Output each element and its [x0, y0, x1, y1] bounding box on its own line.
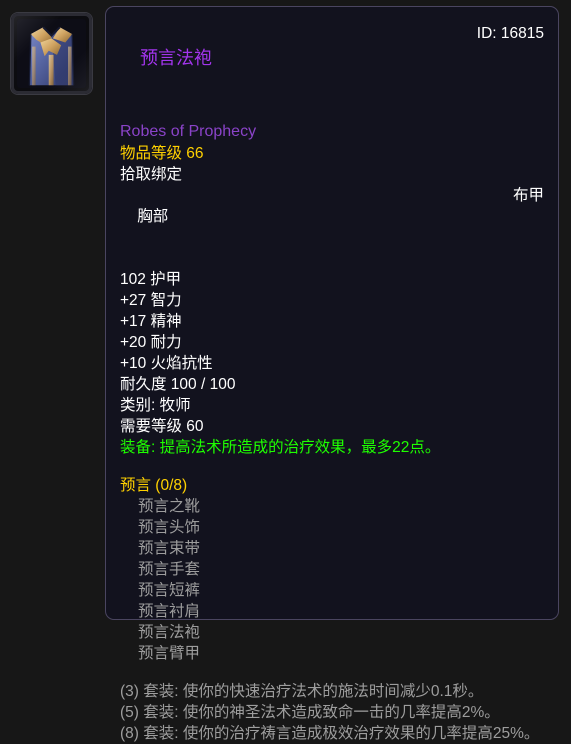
set-piece-item[interactable]: 预言法袍 — [120, 622, 544, 643]
item-icon-art — [17, 19, 86, 88]
stat-spirit: +17 精神 — [120, 313, 182, 330]
item-tooltip: 预言法袍 ID: 16815 Robes of Prophecy 物品等级 66… — [105, 6, 559, 742]
class-requirement: 类别: 牧师 — [120, 397, 191, 414]
spacer-before-set — [120, 458, 544, 475]
set-bonus-5: (5) 套装: 使你的神圣法术造成致命一击的几率提高2%。 — [120, 704, 500, 721]
stat-intellect: +27 智力 — [120, 292, 182, 309]
bind-type: 拾取绑定 — [120, 166, 183, 183]
equip-slot: 胸部 — [137, 208, 169, 225]
set-name: 预言 (0/8) — [120, 477, 188, 494]
set-piece-item[interactable]: 预言头饰 — [120, 517, 544, 538]
set-piece-item[interactable]: 预言手套 — [120, 559, 544, 580]
spacer-before-bonuses — [120, 664, 544, 681]
set-bonus-3: (3) 套装: 使你的快速治疗法术的施法时间减少0.1秒。 — [120, 683, 484, 700]
item-name-text: 预言法袍 — [140, 48, 213, 68]
item-name: 预言法袍 ID: 16815 — [120, 21, 544, 121]
set-piece-item[interactable]: 预言之靴 — [120, 496, 544, 517]
stat-stamina: +20 耐力 — [120, 334, 182, 351]
equip-slot-row: 胸部 布甲 — [120, 185, 544, 269]
set-piece-item[interactable]: 预言衬肩 — [120, 601, 544, 622]
item-id: ID: 16815 — [476, 25, 544, 42]
set-bonus-8: (8) 套装: 使你的治疗祷言造成极效治疗效果的几率提高25%。 — [120, 725, 540, 742]
armor-value: 102 护甲 — [120, 271, 182, 288]
equip-effect: 装备: 提高法术所造成的治疗效果，最多22点。 — [120, 439, 441, 456]
set-piece-item[interactable]: 预言束带 — [120, 538, 544, 559]
level-requirement: 需要等级 60 — [120, 418, 204, 435]
item-icon[interactable] — [11, 13, 92, 94]
item-level: 物品等级 66 — [120, 145, 204, 162]
item-name-english: Robes of Prophecy — [120, 123, 257, 140]
armor-type: 布甲 — [512, 187, 544, 204]
stat-fire-resistance: +10 火焰抗性 — [120, 355, 213, 372]
set-piece-item[interactable]: 预言短裤 — [120, 580, 544, 601]
set-piece-item[interactable]: 预言臂甲 — [120, 643, 544, 664]
durability: 耐久度 100 / 100 — [120, 376, 236, 393]
